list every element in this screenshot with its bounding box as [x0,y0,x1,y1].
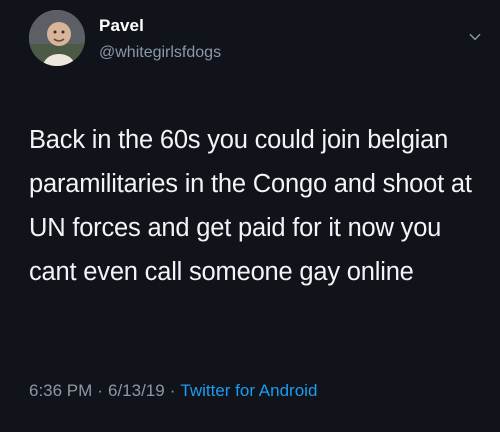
meta-separator: · [97,381,103,400]
tweet-time: 6:36 PM [29,381,93,400]
tweet-meta: 6:36 PM · 6/13/19 · Twitter for Android [29,381,317,401]
avatar-photo-icon [29,10,85,66]
tweet-text: Back in the 60s you could join belgian p… [29,126,472,286]
author-handle[interactable]: @whitegirlsfdogs [99,44,221,62]
tweet-source-link[interactable]: Twitter for Android [180,381,317,400]
tweet-menu-button[interactable] [466,28,484,46]
author-name[interactable]: Pavel [99,16,144,36]
tweet-card: Pavel @whitegirlsfdogs Back in the 60s y… [0,0,500,432]
tweet-date: 6/13/19 [107,381,165,400]
avatar[interactable] [29,10,85,66]
chevron-down-icon [469,33,481,41]
meta-separator: · [169,381,176,400]
